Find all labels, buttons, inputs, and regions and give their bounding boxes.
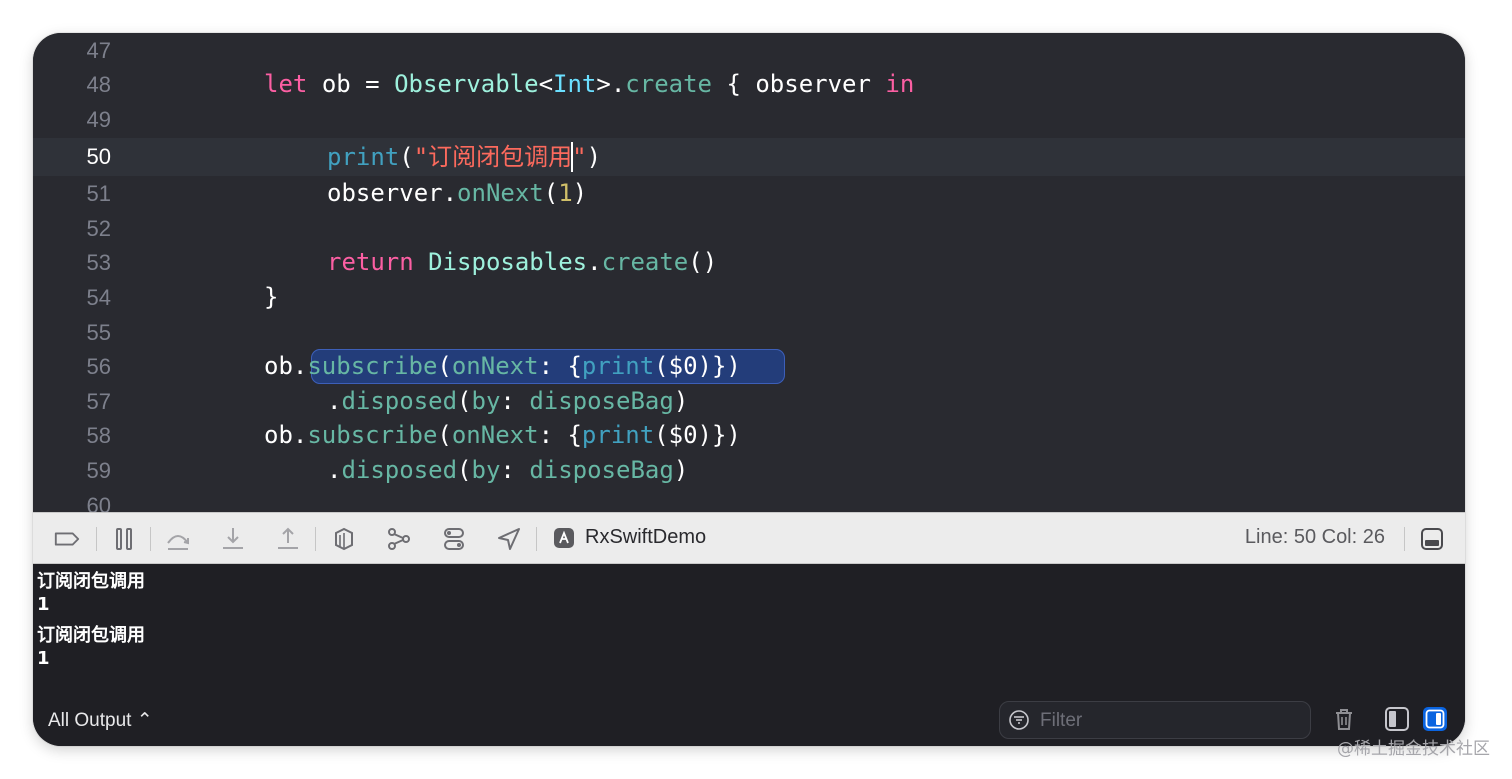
filter-input[interactable]	[1038, 706, 1302, 736]
console-area[interactable]: 订阅闭包调用 1 订阅闭包调用 1 All Output ⌃	[33, 564, 1465, 746]
code-text: print("订阅闭包调用")	[327, 142, 602, 172]
code-line-60[interactable]: 60	[33, 488, 1465, 512]
hide-debug-area-icon[interactable]	[1418, 525, 1446, 553]
code-line-54[interactable]: 54 }	[33, 280, 1465, 315]
show-console-view-icon[interactable]	[1422, 706, 1448, 732]
pause-icon[interactable]	[110, 525, 138, 553]
line-number: 55	[86, 320, 111, 345]
step-over-icon[interactable]	[164, 525, 192, 553]
code-line-53[interactable]: 53 return Disposables.create()	[33, 245, 1465, 280]
code-text: .disposed(by: disposeBag)	[327, 387, 689, 415]
filter-icon	[1009, 710, 1029, 730]
step-out-icon[interactable]	[274, 525, 302, 553]
line-number: 56	[86, 354, 111, 379]
line-number: 54	[86, 285, 111, 310]
source-editor[interactable]: 47 48 let ob = Observable<Int>.create { …	[33, 33, 1465, 512]
breakpoints-toggle-icon[interactable]	[53, 525, 83, 553]
line-number: 51	[86, 181, 111, 206]
environment-overrides-icon[interactable]	[440, 525, 468, 553]
filter-field[interactable]	[999, 701, 1311, 739]
code-line-51[interactable]: 51 observer.onNext(1)	[33, 176, 1465, 211]
code-text: }	[264, 283, 279, 311]
code-text: ob.subscribe(onNext: {print($0)})	[264, 421, 741, 449]
code-line-50[interactable]: 50 print("订阅闭包调用")	[33, 138, 1465, 176]
line-column-indicator: Line: 50 Col: 26	[1244, 526, 1385, 548]
code-line-56[interactable]: 56 ob.subscribe(onNext: {print($0)})	[33, 349, 1465, 384]
code-text: observer.onNext(1)	[327, 179, 588, 207]
line-number: 57	[86, 389, 111, 414]
code-line-52[interactable]: 52	[33, 211, 1465, 246]
code-line-57[interactable]: 57 .disposed(by: disposeBag)	[33, 384, 1465, 419]
line-number: 59	[86, 458, 111, 483]
line-number: 58	[86, 423, 111, 448]
simulate-location-icon[interactable]	[495, 525, 523, 553]
line-number: 50	[86, 144, 111, 169]
memory-graph-icon[interactable]	[385, 525, 413, 553]
code-line-59[interactable]: 59 .disposed(by: disposeBag)	[33, 453, 1465, 488]
line-number: 60	[86, 493, 111, 512]
line-number: 48	[86, 72, 111, 97]
code-line-48[interactable]: 48 let ob = Observable<Int>.create { obs…	[33, 67, 1465, 102]
code-line-58[interactable]: 58 ob.subscribe(onNext: {print($0)})	[33, 418, 1465, 453]
code-text: .disposed(by: disposeBag)	[327, 456, 689, 484]
show-variables-view-icon[interactable]	[1384, 706, 1410, 732]
code-text: return Disposables.create()	[327, 248, 718, 276]
line-number: 47	[86, 38, 111, 63]
console-output-line: 订阅闭包调用	[37, 571, 145, 592]
view-hierarchy-icon[interactable]	[330, 525, 358, 553]
line-number: 49	[86, 107, 111, 132]
trash-icon[interactable]	[1331, 706, 1357, 732]
app-scheme-icon	[552, 526, 576, 550]
line-number: 52	[86, 216, 111, 241]
console-output-line: 订阅闭包调用	[37, 625, 145, 646]
step-into-icon[interactable]	[219, 525, 247, 553]
output-selector[interactable]: All Output ⌃	[48, 709, 153, 732]
debug-bar: RxSwiftDemo Line: 50 Col: 26	[33, 512, 1465, 564]
console-output-line: 1	[37, 594, 50, 615]
xcode-window: 47 48 let ob = Observable<Int>.create { …	[33, 33, 1465, 746]
code-line-55[interactable]: 55	[33, 315, 1465, 350]
console-output-line: 1	[37, 648, 50, 669]
code-line-47[interactable]: 47	[33, 33, 1465, 68]
line-number: 53	[86, 250, 111, 275]
code-line-49[interactable]: 49	[33, 102, 1465, 137]
scheme-name[interactable]: RxSwiftDemo	[585, 526, 706, 549]
code-text: let ob = Observable<Int>.create { observ…	[264, 70, 915, 98]
watermark: @稀土掘金技术社区	[1337, 739, 1490, 759]
code-text: ob.subscribe(onNext: {print($0)})	[264, 352, 741, 380]
